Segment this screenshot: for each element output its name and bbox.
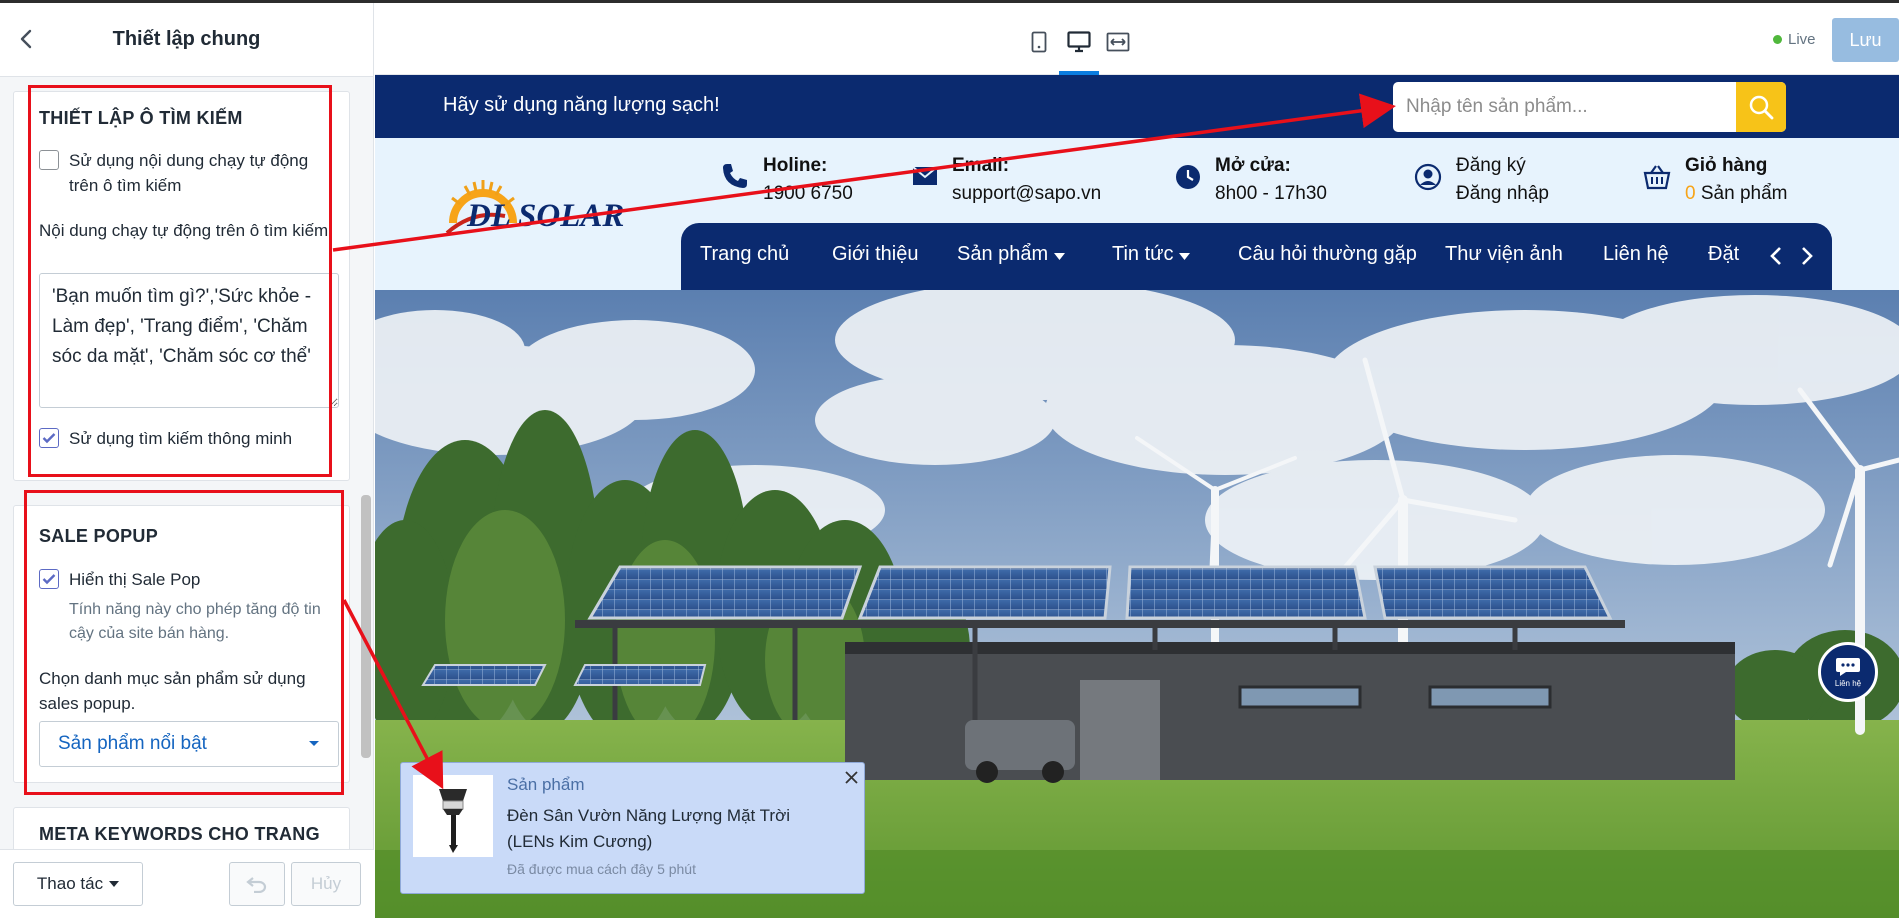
actions-button[interactable]: Thao tác bbox=[13, 862, 143, 906]
live-status: Live bbox=[1773, 31, 1816, 48]
actions-label: Thao tác bbox=[36, 874, 104, 893]
cart-label: Giỏ hàng bbox=[1685, 155, 1768, 176]
editor-toolbar: Live Lưu bbox=[375, 3, 1899, 75]
nav-prev-button[interactable] bbox=[1770, 246, 1782, 271]
chevron-left-icon bbox=[20, 29, 32, 49]
sale-popup-close-button[interactable] bbox=[841, 767, 861, 787]
login-link[interactable]: Đăng nhập bbox=[1456, 180, 1549, 208]
account-info: Đăng ký Đăng nhập bbox=[1414, 152, 1549, 208]
sale-popup-time: Đã được mua cách đây 5 phút bbox=[507, 861, 696, 877]
live-status-label: Live bbox=[1788, 31, 1816, 48]
sale-popup-tag: Sản phẩm bbox=[507, 775, 585, 794]
nav-item-about[interactable]: Giới thiệu bbox=[832, 243, 918, 266]
nav-item-products-label: Sản phẩm bbox=[957, 243, 1049, 265]
opening-hours-info: Mở cửa: 8h00 - 17h30 bbox=[1175, 152, 1327, 208]
site-header: DL SOLAR Holine: 1900 6750 Email: support@… bbox=[375, 138, 1899, 290]
main-nav: Trang chủ Giới thiệu Sản phẩm Tin tức Câ… bbox=[681, 223, 1832, 290]
mobile-icon bbox=[1031, 31, 1047, 53]
hotline-info[interactable]: Holine: 1900 6750 bbox=[721, 152, 853, 208]
promo-bar: Hãy sử dụng năng lượng sạch! bbox=[375, 75, 1899, 138]
nav-arrows-bg bbox=[1753, 223, 1832, 290]
site-search-button[interactable] bbox=[1736, 82, 1786, 132]
chevron-left-icon bbox=[1770, 247, 1781, 265]
hotline-value: 1900 6750 bbox=[763, 183, 853, 204]
opening-hours-label: Mở cửa: bbox=[1215, 155, 1291, 176]
nav-item-home[interactable]: Trang chủ bbox=[700, 243, 789, 266]
nav-item-products[interactable]: Sản phẩm bbox=[957, 243, 1065, 266]
undo-button[interactable] bbox=[229, 862, 285, 906]
nav-item-faq[interactable]: Câu hỏi thường gặp bbox=[1238, 243, 1417, 266]
hotline-label: Holine: bbox=[763, 155, 828, 176]
contact-bubble[interactable]: Liên hệ bbox=[1818, 642, 1878, 702]
app-root: Thiết lập chung THIẾT LẬP Ô TÌM KIẾM Sử … bbox=[0, 0, 1899, 918]
panel-title: Thiết lập chung bbox=[112, 28, 261, 50]
annotation-box-sale-popup bbox=[24, 490, 344, 795]
cancel-button[interactable]: Hủy bbox=[291, 862, 361, 906]
clock-icon bbox=[1176, 165, 1200, 189]
caret-down-icon bbox=[1053, 253, 1065, 260]
caret-down-icon bbox=[109, 881, 120, 887]
register-link[interactable]: Đăng ký bbox=[1456, 152, 1549, 180]
search-icon bbox=[1749, 95, 1774, 120]
back-button[interactable] bbox=[14, 27, 38, 51]
desktop-icon bbox=[1067, 31, 1091, 53]
nav-item-contact[interactable]: Liên hệ bbox=[1603, 243, 1669, 266]
email-value: support@sapo.vn bbox=[952, 183, 1102, 204]
close-icon bbox=[844, 770, 858, 784]
user-icon bbox=[1414, 163, 1442, 191]
panel-footer: Thao tác Hủy bbox=[0, 849, 374, 918]
site-logo[interactable]: DL SOLAR bbox=[443, 178, 624, 238]
basket-icon bbox=[1643, 165, 1671, 190]
sale-popup[interactable]: Sản phẩm Đèn Sân Vườn Năng Lượng Mặt Trờ… bbox=[400, 762, 865, 894]
cart-unit: Sản phẩm bbox=[1700, 183, 1788, 204]
chevron-right-icon bbox=[1802, 247, 1813, 265]
desktop-view-button[interactable] bbox=[1064, 27, 1094, 57]
panel-header: Thiết lập chung bbox=[0, 3, 373, 77]
promo-text: Hãy sử dụng năng lượng sạch! bbox=[443, 94, 720, 116]
live-status-dot bbox=[1773, 35, 1782, 44]
save-button[interactable]: Lưu bbox=[1832, 18, 1899, 62]
sale-popup-product: Đèn Sân Vườn Năng Lượng Mặt Trời (LENs K… bbox=[507, 806, 790, 851]
phone-icon bbox=[723, 164, 747, 188]
nav-item-booking[interactable]: Đặt bbox=[1708, 243, 1739, 266]
undo-icon bbox=[246, 877, 267, 893]
cart-info[interactable]: Giỏ hàng 0 Sản phẩm bbox=[1643, 152, 1787, 208]
nav-item-gallery[interactable]: Thư viện ảnh bbox=[1445, 243, 1563, 266]
logo-text: DL SOLAR bbox=[467, 198, 625, 234]
opening-hours-value: 8h00 - 17h30 bbox=[1215, 183, 1327, 204]
email-label: Email: bbox=[952, 155, 1010, 176]
cart-count: 0 bbox=[1685, 183, 1696, 204]
annotation-box-search bbox=[28, 85, 332, 477]
nav-item-news[interactable]: Tin tức bbox=[1112, 243, 1191, 266]
mobile-view-button[interactable] bbox=[1024, 27, 1054, 57]
expand-icon bbox=[1106, 32, 1130, 52]
chat-icon bbox=[1836, 658, 1860, 676]
caret-down-icon bbox=[1179, 253, 1191, 260]
contact-bubble-label: Liên hệ bbox=[1834, 679, 1862, 688]
mail-icon bbox=[912, 166, 938, 185]
site-search-input[interactable] bbox=[1393, 82, 1716, 132]
nav-next-button[interactable] bbox=[1801, 246, 1813, 271]
email-info[interactable]: Email: support@sapo.vn bbox=[912, 152, 1101, 208]
nav-item-news-label: Tin tức bbox=[1112, 243, 1174, 265]
fullwidth-view-button[interactable] bbox=[1103, 27, 1133, 57]
meta-keywords-title: META KEYWORDS CHO TRANG bbox=[39, 824, 320, 844]
garden-lamp-icon bbox=[439, 789, 467, 853]
site-search bbox=[1393, 82, 1786, 132]
panel-scrollbar[interactable] bbox=[361, 495, 371, 758]
product-thumbnail bbox=[413, 775, 493, 857]
